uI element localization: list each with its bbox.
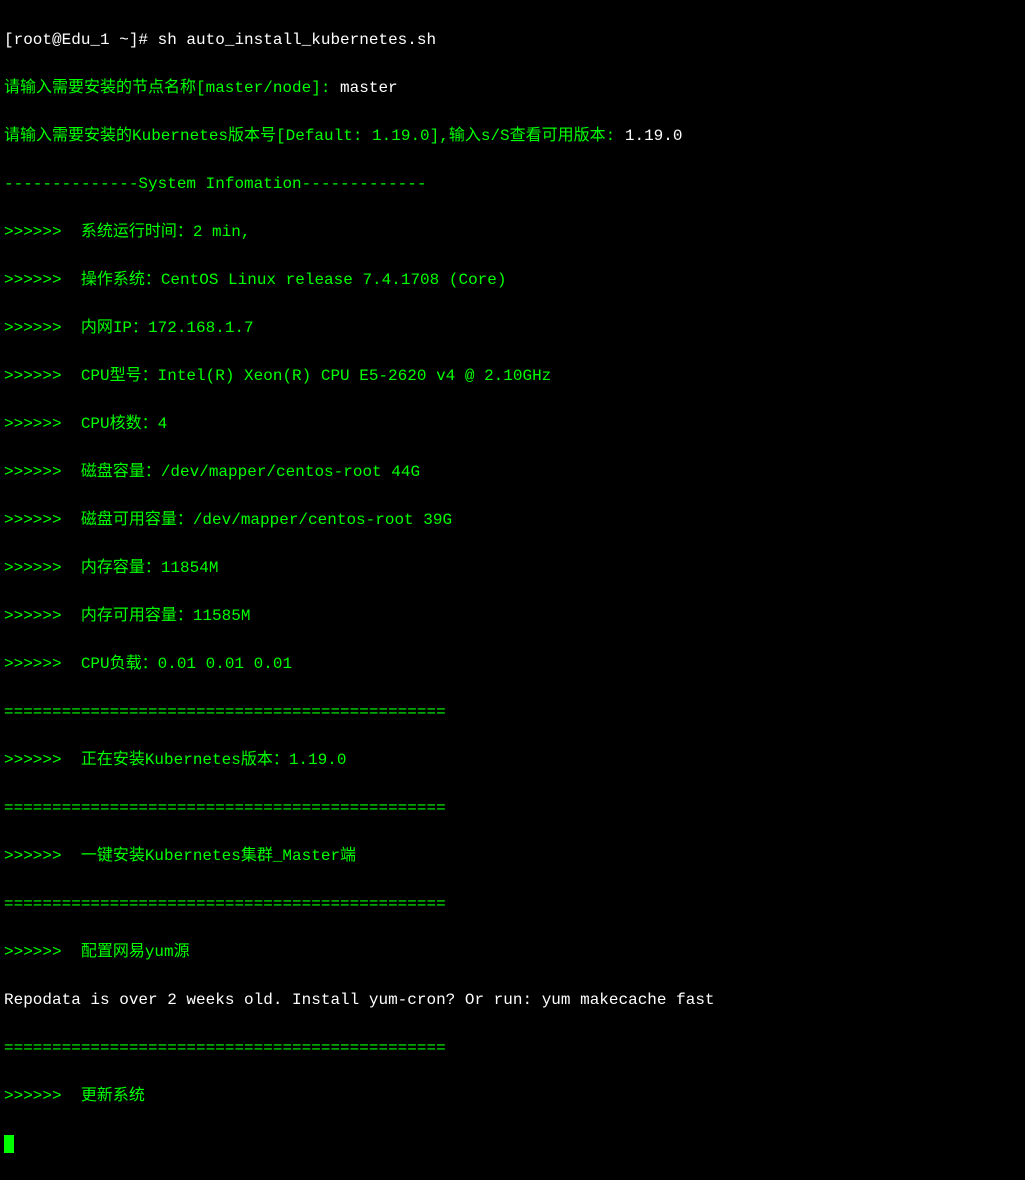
repodata-warning: Repodata is over 2 weeks old. Install yu… [4, 988, 1021, 1012]
sys-lan-ip: >>>>>> 内网IP：172.168.1.7 [4, 316, 1021, 340]
status-installing: >>>>>> 正在安装Kubernetes版本：1.19.0 [4, 748, 1021, 772]
sys-mem-avail: >>>>>> 内存可用容量：11585M [4, 604, 1021, 628]
sys-disk-avail: >>>>>> 磁盘可用容量：/dev/mapper/centos-root 39… [4, 508, 1021, 532]
version-prompt-value: 1.19.0 [625, 127, 683, 145]
sys-uptime: >>>>>> 系统运行时间：2 min, [4, 220, 1021, 244]
sys-cpu-load: >>>>>> CPU负载：0.01 0.01 0.01 [4, 652, 1021, 676]
divider-4: ========================================… [4, 1036, 1021, 1060]
shell-prompt: [root@Edu_1 ~]# [4, 31, 158, 49]
node-prompt-label: 请输入需要安装的节点名称[master/node]: [4, 79, 340, 97]
sys-cpu-cores: >>>>>> CPU核数：4 [4, 412, 1021, 436]
sys-info-header: --------------System Infomation---------… [4, 172, 1021, 196]
status-update: >>>>>> 更新系统 [4, 1084, 1021, 1108]
divider-3: ========================================… [4, 892, 1021, 916]
sys-disk-cap: >>>>>> 磁盘容量：/dev/mapper/centos-root 44G [4, 460, 1021, 484]
shell-command: sh auto_install_kubernetes.sh [158, 31, 436, 49]
divider-1: ========================================… [4, 700, 1021, 724]
sys-mem-cap: >>>>>> 内存容量：11854M [4, 556, 1021, 580]
sys-cpu-model: >>>>>> CPU型号：Intel(R) Xeon(R) CPU E5-262… [4, 364, 1021, 388]
status-yum-source: >>>>>> 配置网易yum源 [4, 940, 1021, 964]
version-prompt-label: 请输入需要安装的Kubernetes版本号[Default: 1.19.0],输… [4, 127, 625, 145]
node-prompt-value: master [340, 79, 398, 97]
terminal-output[interactable]: [root@Edu_1 ~]# sh auto_install_kubernet… [4, 4, 1021, 1180]
cursor [4, 1135, 14, 1153]
divider-2: ========================================… [4, 796, 1021, 820]
sys-os: >>>>>> 操作系统：CentOS Linux release 7.4.170… [4, 268, 1021, 292]
status-one-click: >>>>>> 一键安装Kubernetes集群_Master端 [4, 844, 1021, 868]
